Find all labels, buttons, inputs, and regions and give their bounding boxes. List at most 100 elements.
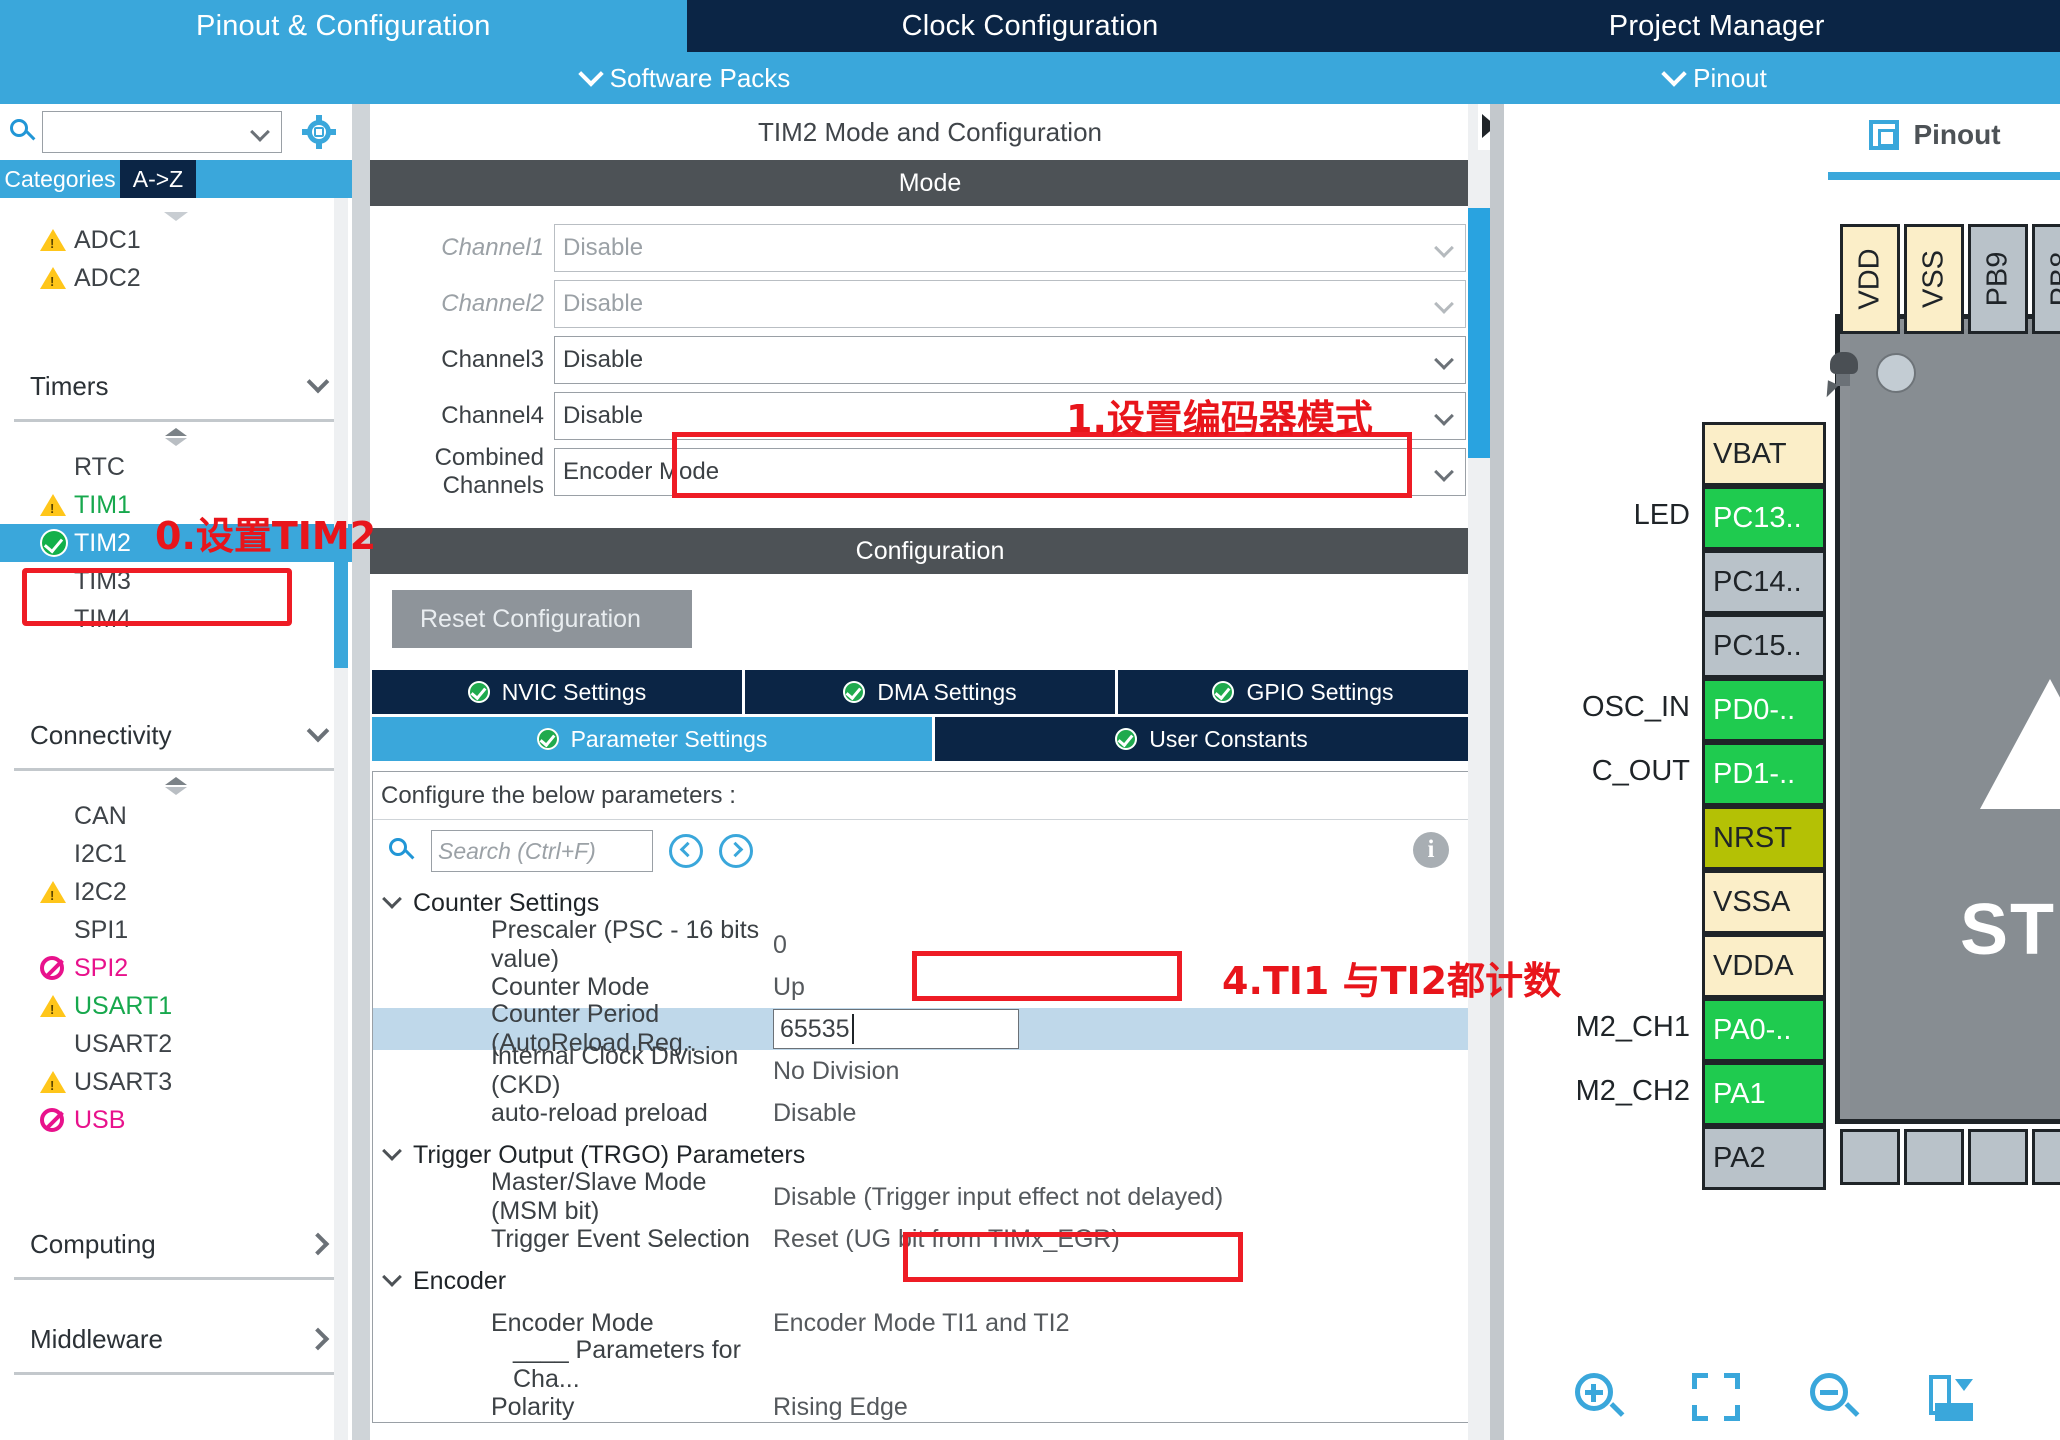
pin-top-pb9[interactable]: PB9: [1968, 224, 2028, 334]
sidebar-splitter[interactable]: [352, 104, 370, 1440]
param-row-internal-clock-division[interactable]: Internal Clock Division (CKD) No Divisio…: [373, 1042, 1487, 1099]
tab-a-to-z[interactable]: A->Z: [120, 160, 196, 198]
pin-bottom-1[interactable]: [1840, 1129, 1900, 1185]
pin-pc15[interactable]: PC15..: [1702, 614, 1826, 678]
sidebar-item-usart1[interactable]: USART1: [0, 987, 352, 1025]
connectivity-scroll-spinner[interactable]: [163, 777, 189, 795]
signal-label-tim2-ch2: M2_CH2: [1575, 1075, 1690, 1107]
chip-package[interactable]: ST: [1835, 314, 2060, 1124]
zoom-out-icon[interactable]: [1808, 1371, 1860, 1423]
pin-top-pb8[interactable]: PB8: [2032, 224, 2060, 334]
pin-label: VBAT: [1713, 437, 1787, 470]
channel2-select[interactable]: Disable: [554, 280, 1466, 328]
pin-nrst[interactable]: NRST: [1702, 806, 1826, 870]
counter-period-input[interactable]: 65535: [773, 1009, 1019, 1049]
software-packs-menu[interactable]: Software Packs: [0, 52, 1372, 104]
sidebar-search-row: [0, 104, 352, 160]
reset-configuration-button[interactable]: Reset Configuration: [392, 590, 692, 648]
export-icon[interactable]: [1925, 1371, 1977, 1423]
config-tabs-row-1: NVIC Settings DMA Settings GPIO Settings: [370, 670, 1490, 714]
top-navigation: Pinout & Configuration Clock Configurati…: [0, 0, 2060, 52]
mode-row-channel1: Channel1 Disable: [394, 220, 1466, 276]
software-packs-label: Software Packs: [609, 62, 791, 93]
sidebar-item-spi2[interactable]: SPI2: [0, 949, 352, 987]
sidebar-item-usart3[interactable]: USART3: [0, 1063, 352, 1101]
chip-orientation-dot: [1876, 353, 1916, 393]
pin-pc14[interactable]: PC14..: [1702, 550, 1826, 614]
param-row-master-slave-mode[interactable]: Master/Slave Mode (MSM bit) Disable (Tri…: [373, 1168, 1487, 1225]
pin-pa1[interactable]: PA1: [1702, 1062, 1826, 1126]
timers-scroll-spinner[interactable]: [163, 428, 189, 446]
tab-pinout-configuration-label: Pinout & Configuration: [196, 9, 491, 42]
pin-bottom-4[interactable]: [2032, 1129, 2060, 1185]
tab-nvic-settings[interactable]: NVIC Settings: [372, 670, 742, 714]
chevron-down-icon: [1434, 462, 1454, 482]
pin-top-vss[interactable]: VSS: [1904, 224, 1964, 334]
chevron-down-icon: [577, 61, 604, 87]
pin-pd1[interactable]: PD1-..: [1702, 742, 1826, 806]
channel1-select[interactable]: Disable: [554, 224, 1466, 272]
param-row-parameters-for-channel: ____ Parameters for Cha...: [373, 1336, 1487, 1393]
sidebar-group-label: Timers: [30, 370, 109, 401]
pin-label: PA1: [1713, 1077, 1766, 1110]
channel3-select[interactable]: Disable: [554, 336, 1466, 384]
tab-clock-configuration[interactable]: Clock Configuration: [686, 0, 1374, 52]
tab-project-manager[interactable]: Project Manager: [1373, 0, 2060, 52]
sidebar-item-i2c1[interactable]: I2C1: [0, 835, 352, 873]
gear-icon[interactable]: [302, 115, 336, 149]
pin-pc13[interactable]: PC13..: [1702, 486, 1826, 550]
sidebar-item-adc1[interactable]: ADC1: [0, 221, 352, 259]
param-value: Rising Edge: [773, 1392, 908, 1421]
sidebar-group-middleware[interactable]: Middleware: [0, 1306, 352, 1372]
zoom-in-icon[interactable]: [1573, 1371, 1625, 1423]
sidebar-item-rtc[interactable]: RTC: [0, 448, 352, 486]
center-panel-scrollbar[interactable]: [1468, 104, 1490, 1440]
sidebar-item-usb[interactable]: USB: [0, 1101, 352, 1139]
sidebar-item-spi1[interactable]: SPI1: [0, 911, 352, 949]
st-logo-icon: [1980, 679, 2060, 809]
tab-gpio-settings[interactable]: GPIO Settings: [1118, 670, 1488, 714]
tab-user-constants-label: User Constants: [1149, 725, 1308, 752]
sidebar-scrollbar[interactable]: [334, 198, 348, 1440]
pin-pd0[interactable]: PD0-..: [1702, 678, 1826, 742]
sidebar-item-i2c2[interactable]: I2C2: [0, 873, 352, 911]
pin-vssa[interactable]: VSSA: [1702, 870, 1826, 934]
pin-pa2[interactable]: PA2: [1702, 1126, 1826, 1190]
pin-vbat[interactable]: VBAT: [1702, 422, 1826, 486]
sidebar-item-usart2[interactable]: USART2: [0, 1025, 352, 1063]
pinout-menu[interactable]: Pinout: [1372, 52, 2060, 104]
chip-view-panel: Pinout ST VDD VSS PB9 PB8 VBAT PC13.. LE…: [1490, 104, 2060, 1440]
mode-section-header: Mode: [370, 160, 1490, 206]
tab-dma-settings[interactable]: DMA Settings: [745, 670, 1115, 714]
scroll-up-arrow-icon[interactable]: [164, 212, 188, 221]
param-row-auto-reload-preload[interactable]: auto-reload preload Disable: [373, 1092, 1487, 1134]
sidebar-item-adc2[interactable]: ADC2: [0, 259, 352, 297]
check-icon: [536, 728, 559, 750]
tab-pinout-view[interactable]: Pinout: [1810, 104, 2060, 180]
sidebar-item-can[interactable]: CAN: [0, 797, 352, 835]
warning-icon: [40, 995, 74, 1017]
sidebar-search-input[interactable]: [42, 111, 282, 153]
tab-pinout-configuration[interactable]: Pinout & Configuration: [0, 0, 687, 52]
sidebar-group-timers[interactable]: Timers: [0, 353, 352, 419]
tab-parameter-settings[interactable]: Parameter Settings: [372, 717, 932, 761]
info-icon[interactable]: i: [1413, 832, 1449, 868]
tab-nvic-settings-label: NVIC Settings: [501, 678, 647, 705]
sidebar-group-connectivity[interactable]: Connectivity: [0, 702, 352, 768]
pin-top-vdd[interactable]: VDD: [1840, 224, 1900, 334]
pin-bottom-2[interactable]: [1904, 1129, 1964, 1185]
pin-bottom-3[interactable]: [1968, 1129, 2028, 1185]
next-icon[interactable]: [719, 834, 753, 868]
pin-pa0[interactable]: PA0-..: [1702, 998, 1826, 1062]
tab-clock-configuration-label: Clock Configuration: [901, 9, 1159, 42]
parameter-search-input[interactable]: Search (Ctrl+F): [431, 830, 653, 872]
warning-icon: [40, 881, 74, 903]
chevron-down-icon: [250, 122, 270, 142]
tab-user-constants[interactable]: User Constants: [935, 717, 1488, 761]
fit-screen-icon[interactable]: [1690, 1371, 1742, 1423]
param-row-polarity[interactable]: Polarity Rising Edge: [373, 1386, 1487, 1422]
pin-vdda[interactable]: VDDA: [1702, 934, 1826, 998]
sidebar-group-computing[interactable]: Computing: [0, 1211, 352, 1277]
previous-icon[interactable]: [669, 834, 703, 868]
tab-categories[interactable]: Categories: [0, 160, 120, 198]
